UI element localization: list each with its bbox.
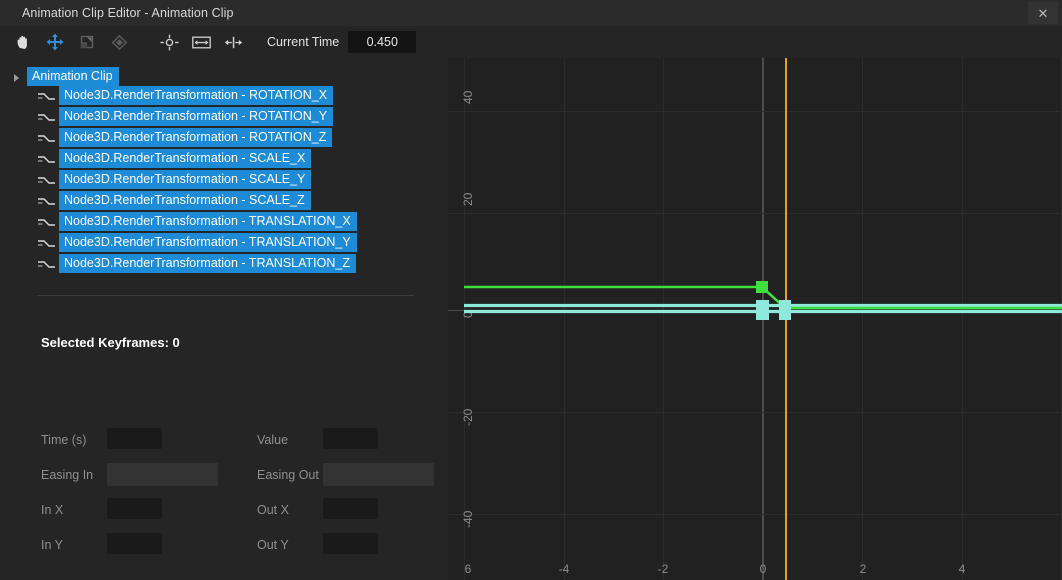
in-y-input[interactable] [107,533,162,554]
track-row-scale-x[interactable]: Node3D.RenderTransformation - SCALE_X [0,148,448,169]
section-divider [37,295,414,296]
tree-root-animation-clip[interactable]: Animation Clip [0,67,448,85]
selected-keyframes-row: Selected Keyframes: 0 [41,335,180,350]
form-row-in-out-x: In X Out X [0,438,448,473]
snap-to-frames-button[interactable] [219,29,247,55]
tree-root-label: Animation Clip [27,67,119,86]
expand-triangle-icon[interactable] [12,70,24,82]
current-time-label: Current Time [267,35,339,49]
form-row-easing: Easing In Easing Out [0,403,448,438]
window-title: Animation Clip Editor - Animation Clip [22,6,234,20]
in-y-label: In Y [41,536,63,554]
animation-clip-editor-window: Animation Clip Editor - Animation Clip ✕ [0,0,1062,580]
out-y-input[interactable] [323,533,378,554]
track-label: Node3D.RenderTransformation - SCALE_Y [59,170,311,189]
close-icon[interactable]: ✕ [1028,2,1058,24]
selected-keyframes-label: Selected Keyframes: [41,335,169,350]
fit-horizontal-icon [192,35,211,50]
curve-track-icon [38,258,55,270]
track-label: Node3D.RenderTransformation - SCALE_X [59,149,311,168]
toolbar: Current Time 0.450 [0,26,1062,58]
track-label: Node3D.RenderTransformation - ROTATION_Z [59,128,332,147]
curve-track-icon [38,153,55,165]
form-row-in-out-y: In Y Out Y [0,473,448,508]
track-row-translation-x[interactable]: Node3D.RenderTransformation - TRANSLATIO… [0,211,448,232]
track-label: Node3D.RenderTransformation - ROTATION_Y [59,107,333,126]
track-label: Node3D.RenderTransformation - TRANSLATIO… [59,254,356,273]
move-arrows-icon [46,33,64,51]
curve-track-icon [38,132,55,144]
animation-tracks-tree: Animation Clip Node3D.RenderTransformati… [0,67,448,274]
curve-track-icon [38,237,55,249]
keyframe-tool-button[interactable] [105,29,133,55]
box-select-tool-button[interactable] [73,29,101,55]
track-row-translation-z[interactable]: Node3D.RenderTransformation - TRANSLATIO… [0,253,448,274]
fit-horizontal-button[interactable] [187,29,215,55]
track-row-rotation-x[interactable]: Node3D.RenderTransformation - ROTATION_X [0,85,448,106]
out-y-label: Out Y [257,536,289,554]
curve-track-icon [38,90,55,102]
curve-track-icon [38,216,55,228]
track-row-scale-y[interactable]: Node3D.RenderTransformation - SCALE_Y [0,169,448,190]
track-row-translation-y[interactable]: Node3D.RenderTransformation - TRANSLATIO… [0,232,448,253]
selected-keyframes-count: 0 [173,335,180,350]
diamond-keyframe-icon [111,34,128,51]
track-row-rotation-z[interactable]: Node3D.RenderTransformation - ROTATION_Z [0,127,448,148]
track-row-rotation-y[interactable]: Node3D.RenderTransformation - ROTATION_Y [0,106,448,127]
hand-icon [15,34,32,51]
title-bar: Animation Clip Editor - Animation Clip ✕ [0,0,1062,26]
track-row-scale-z[interactable]: Node3D.RenderTransformation - SCALE_Z [0,190,448,211]
animation-curves [448,58,1062,580]
curve-track-icon [38,111,55,123]
form-row-time-value: Time (s) Value [0,368,448,403]
toolbar-separator [133,42,151,43]
frame-center-icon [160,34,179,51]
track-label: Node3D.RenderTransformation - ROTATION_X [59,86,333,105]
curve-track-icon [38,195,55,207]
pan-tool-button[interactable] [9,29,37,55]
keyframe-handle[interactable] [779,307,791,320]
left-panel: Animation Clip Node3D.RenderTransformati… [0,58,448,580]
keyframe-handle[interactable] [756,307,769,320]
snap-arrows-icon [224,35,243,50]
track-label: Node3D.RenderTransformation - TRANSLATIO… [59,233,357,252]
frame-selected-button[interactable] [155,29,183,55]
track-label: Node3D.RenderTransformation - TRANSLATIO… [59,212,357,231]
curve-graph-panel[interactable]: 40 20 0 -20 -40 6 -4 -2 0 2 4 [448,58,1062,580]
current-time-input[interactable]: 0.450 [348,31,416,53]
move-tool-button[interactable] [41,29,69,55]
box-select-icon [79,34,95,50]
keyframe-inspector-form: Time (s) Value Easing In Easing Out In X… [0,368,448,508]
track-label: Node3D.RenderTransformation - SCALE_Z [59,191,311,210]
curve-track-icon [38,174,55,186]
keyframe-handle[interactable] [756,281,768,293]
